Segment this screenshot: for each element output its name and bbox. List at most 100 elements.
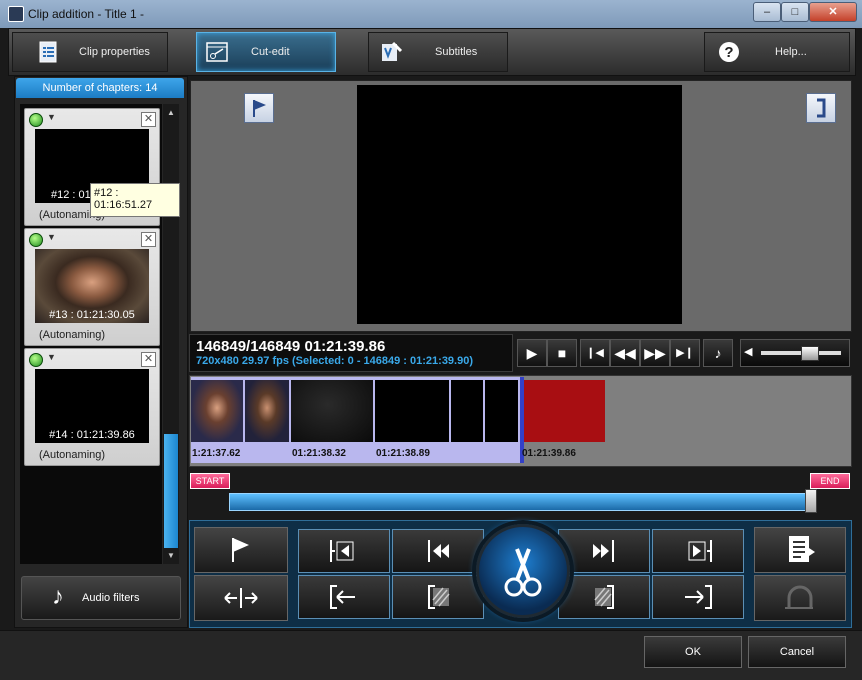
minimize-button[interactable]: – — [753, 2, 781, 22]
chapter-list-button[interactable] — [754, 527, 846, 573]
start-marker[interactable]: START — [190, 473, 230, 489]
dropdown-arrow-icon[interactable]: ▼ — [47, 232, 56, 242]
undo-icon — [785, 585, 813, 609]
tab-clip-properties-label: Clip properties — [79, 46, 150, 58]
title-bar: Clip addition - Title 1 - – □ ✕ — [0, 0, 862, 28]
out-point-icon — [685, 585, 712, 609]
in-point-icon — [330, 585, 355, 609]
flag-icon — [253, 100, 266, 117]
audio-track-button[interactable]: ♪ — [703, 339, 733, 367]
ok-button[interactable]: OK — [644, 636, 742, 668]
chapter-tooltip: #12 : 01:16:51.27 — [90, 183, 180, 217]
chapter-count: Number of chapters: 14 — [16, 78, 184, 98]
remove-chapter-button[interactable]: ✕ — [141, 112, 156, 127]
chapter-timecode: #13 : 01:21:30.05 — [49, 309, 135, 321]
delete-after-icon — [594, 585, 614, 609]
delete-before-button[interactable] — [392, 575, 484, 619]
timeline-frame[interactable] — [191, 380, 243, 442]
timeline-frame[interactable] — [451, 380, 483, 442]
go-to-end-icon — [688, 540, 712, 562]
timeline-timecode: 1:21:37.62 — [192, 448, 241, 459]
timeline-frame[interactable] — [375, 380, 449, 442]
app-icon — [8, 6, 24, 22]
list-icon — [789, 536, 815, 562]
set-chapter-button[interactable] — [244, 93, 274, 123]
scroll-up-icon[interactable]: ▲ — [167, 108, 175, 117]
svg-text:?: ? — [724, 44, 733, 61]
stop-icon: ■ — [557, 345, 567, 361]
remove-chapter-button[interactable]: ✕ — [141, 352, 156, 367]
next-frame-button[interactable]: ▶❙ — [670, 339, 700, 367]
step-back-icon: ❙◀ — [586, 347, 604, 359]
fast-forward-button[interactable]: ▶▶ — [640, 339, 670, 367]
scroll-down-icon[interactable]: ▼ — [167, 551, 175, 560]
timeline-timecode: 01:21:39.86 — [522, 448, 576, 459]
timeline-frame[interactable] — [245, 380, 289, 442]
tab-clip-properties[interactable]: Clip properties — [12, 32, 168, 72]
prev-chapter-button[interactable] — [392, 529, 484, 573]
chapter-item[interactable]: ▼ ✕ #13 : 01:21:30.05 (Autonaming) — [24, 228, 160, 346]
chapter-timecode: #14 : 01:21:39.86 — [49, 429, 135, 441]
delete-after-button[interactable] — [558, 575, 650, 619]
help-label: Help... — [775, 46, 807, 58]
end-marker[interactable]: END — [810, 473, 850, 489]
position-bar[interactable] — [229, 493, 815, 511]
tab-subtitles[interactable]: Subtitles — [368, 32, 508, 72]
end-marker-clip — [524, 380, 605, 442]
dropdown-arrow-icon[interactable]: ▼ — [47, 352, 56, 362]
split-button[interactable] — [194, 575, 288, 621]
position-handle[interactable] — [805, 489, 817, 513]
music-note-icon: ♪ — [52, 583, 64, 610]
go-to-start-icon — [330, 540, 354, 562]
timeline-timecode: 01:21:38.89 — [376, 448, 430, 459]
cancel-button[interactable]: Cancel — [748, 636, 846, 668]
chapter-name: (Autonaming) — [39, 449, 106, 461]
chapter-item[interactable]: ▼ ✕ #14 : 01:21:39.86 (Autonaming) — [24, 348, 160, 466]
undo-button[interactable] — [754, 575, 846, 621]
chapter-name: (Autonaming) — [39, 329, 106, 341]
next-chapter-icon — [593, 540, 614, 562]
main-toolbar: Clip properties Cut-edit Subtitles ? Hel… — [8, 28, 856, 76]
add-chapter-button[interactable] — [194, 527, 288, 573]
clip-properties-icon — [39, 41, 57, 63]
play-button[interactable]: ▶ — [517, 339, 547, 367]
timeline-timecode: 01:21:38.32 — [292, 448, 346, 459]
stop-button[interactable]: ■ — [547, 339, 577, 367]
fast-forward-icon: ▶▶ — [644, 345, 666, 361]
prev-frame-button[interactable]: ❙◀ — [580, 339, 610, 367]
status-dot-icon — [29, 353, 43, 367]
remove-chapter-button[interactable]: ✕ — [141, 232, 156, 247]
video-screen — [357, 85, 682, 324]
volume-control[interactable]: ◀ — [740, 339, 850, 367]
maximize-button[interactable]: □ — [781, 2, 809, 22]
scissors-icon — [504, 548, 542, 597]
go-to-start-button[interactable] — [298, 529, 390, 573]
window-title: Clip addition - Title 1 - — [28, 7, 145, 21]
audio-track-icon: ♪ — [714, 345, 722, 361]
tab-cut-edit[interactable]: Cut-edit — [196, 32, 336, 72]
step-forward-icon: ▶❙ — [676, 347, 694, 359]
subtitles-icon — [382, 41, 403, 61]
go-to-end-button[interactable] — [652, 529, 744, 573]
dropdown-arrow-icon[interactable]: ▼ — [47, 112, 56, 122]
audio-filters-label: Audio filters — [82, 592, 140, 604]
delete-before-icon — [428, 585, 450, 609]
timeline-frame[interactable] — [485, 380, 518, 442]
help-button[interactable]: ? Help... — [704, 32, 850, 72]
status-dot-icon — [29, 233, 43, 247]
next-chapter-button[interactable] — [558, 529, 650, 573]
audio-filters-button[interactable]: ♪ Audio filters — [21, 576, 181, 620]
close-button[interactable]: ✕ — [809, 2, 857, 22]
scroll-thumb[interactable] — [164, 434, 178, 548]
timeline-frame[interactable] — [291, 380, 373, 442]
set-in-point-button[interactable] — [298, 575, 390, 619]
rewind-button[interactable]: ◀◀ — [610, 339, 640, 367]
mark-out-button[interactable] — [806, 93, 836, 123]
frame-info: 146849/146849 01:21:39.86 720x480 29.97 … — [189, 334, 513, 372]
volume-slider[interactable] — [801, 346, 819, 361]
help-icon: ? — [719, 42, 739, 62]
cut-button[interactable] — [476, 524, 570, 618]
tab-cut-edit-label: Cut-edit — [251, 46, 290, 58]
set-out-point-button[interactable] — [652, 575, 744, 619]
play-icon: ▶ — [526, 345, 538, 361]
